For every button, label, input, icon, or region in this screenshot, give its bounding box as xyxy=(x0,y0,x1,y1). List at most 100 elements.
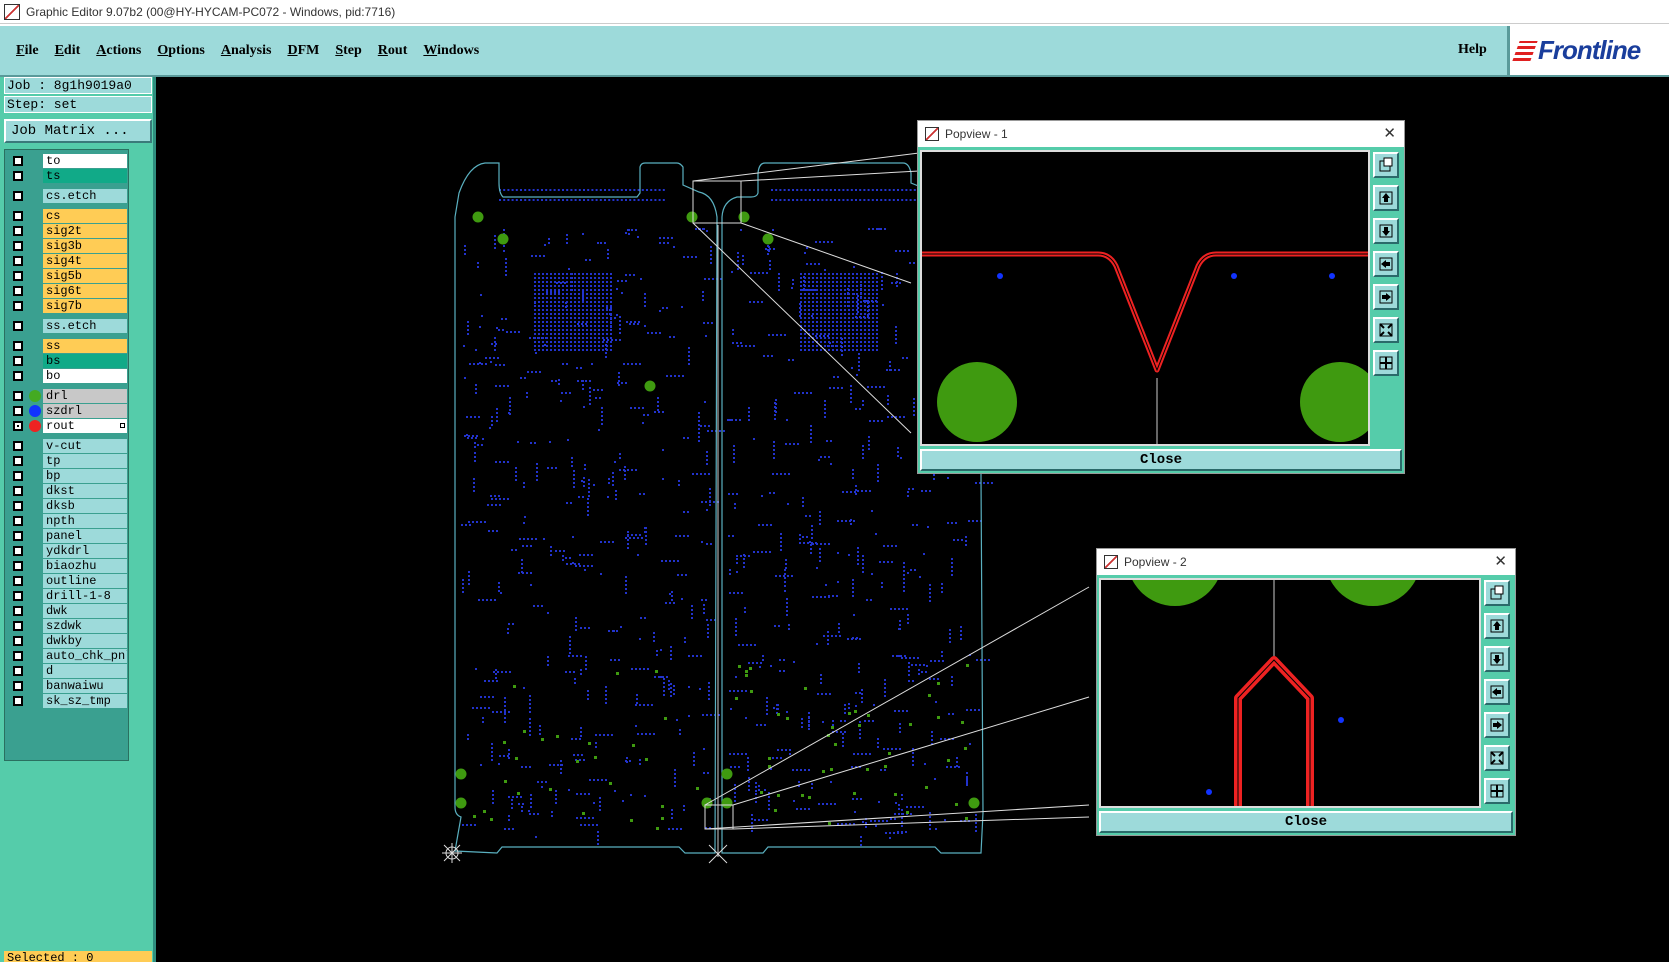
layer-checkbox[interactable] xyxy=(13,696,23,706)
layer-row[interactable]: drl xyxy=(7,389,127,403)
layer-row[interactable]: sig6t xyxy=(7,284,127,298)
layer-row[interactable]: rout xyxy=(7,419,127,433)
layer-checkbox[interactable] xyxy=(13,651,23,661)
layer-row[interactable]: sk_sz_tmp xyxy=(7,694,127,708)
layer-name[interactable]: drill-1-8 xyxy=(43,589,127,603)
close-icon[interactable]: ✕ xyxy=(1494,552,1507,570)
layer-checkbox[interactable] xyxy=(13,471,23,481)
layer-name[interactable]: to xyxy=(43,154,127,168)
layer-name[interactable]: sk_sz_tmp xyxy=(43,694,127,708)
layer-name[interactable]: drl xyxy=(43,389,127,403)
layer-checkbox[interactable] xyxy=(13,341,23,351)
layer-checkbox[interactable] xyxy=(13,516,23,526)
layer-checkbox[interactable] xyxy=(13,621,23,631)
menu-step[interactable]: Step xyxy=(335,43,361,59)
layer-checkbox[interactable] xyxy=(13,546,23,556)
popview-2-close-button[interactable]: Close xyxy=(1099,811,1513,833)
layer-checkbox[interactable] xyxy=(13,391,23,401)
pan-left-icon[interactable] xyxy=(1484,679,1510,705)
layer-row[interactable]: v-cut xyxy=(7,439,127,453)
layer-row[interactable]: bs xyxy=(7,354,127,368)
layer-checkbox[interactable] xyxy=(13,171,23,181)
layer-row[interactable]: szdrl xyxy=(7,404,127,418)
layer-name[interactable]: bp xyxy=(43,469,127,483)
layer-checkbox[interactable] xyxy=(13,301,23,311)
layer-row[interactable]: npth xyxy=(7,514,127,528)
layer-name[interactable]: rout xyxy=(43,419,127,433)
layer-checkbox[interactable] xyxy=(13,156,23,166)
menu-rout[interactable]: Rout xyxy=(378,43,408,59)
layer-name[interactable]: ydkdrl xyxy=(43,544,127,558)
popview-1-canvas[interactable] xyxy=(920,150,1370,446)
layer-name[interactable]: npth xyxy=(43,514,127,528)
layer-row[interactable]: bp xyxy=(7,469,127,483)
layer-row[interactable]: ts xyxy=(7,169,127,183)
layer-checkbox[interactable] xyxy=(13,241,23,251)
layer-row[interactable]: to xyxy=(7,154,127,168)
layer-name[interactable]: cs.etch xyxy=(43,189,127,203)
fit-view-icon[interactable] xyxy=(1484,778,1510,804)
layer-checkbox[interactable] xyxy=(13,636,23,646)
layer-name[interactable]: sig6t xyxy=(43,284,127,298)
popview-1-close-button[interactable]: Close xyxy=(920,449,1402,471)
layer-checkbox[interactable] xyxy=(13,191,23,201)
menu-windows[interactable]: Windows xyxy=(423,43,479,59)
layer-checkbox[interactable] xyxy=(13,271,23,281)
layer-checkbox[interactable] xyxy=(13,441,23,451)
layer-row[interactable]: d xyxy=(7,664,127,678)
layer-name[interactable]: sig3b xyxy=(43,239,127,253)
pan-up-icon[interactable] xyxy=(1484,613,1510,639)
menu-file[interactable]: File xyxy=(16,43,39,59)
layer-name[interactable]: cs xyxy=(43,209,127,223)
layer-checkbox[interactable] xyxy=(13,576,23,586)
zoom-in-icon[interactable] xyxy=(1373,152,1399,178)
layer-name[interactable]: banwaiwu xyxy=(43,679,127,693)
layer-checkbox[interactable] xyxy=(13,286,23,296)
layer-name[interactable]: sig4t xyxy=(43,254,127,268)
layer-row[interactable]: ss.etch xyxy=(7,319,127,333)
layer-checkbox[interactable] xyxy=(13,406,23,416)
layer-checkbox[interactable] xyxy=(13,256,23,266)
layer-checkbox[interactable] xyxy=(13,501,23,511)
layer-checkbox[interactable] xyxy=(13,531,23,541)
layer-name[interactable]: outline xyxy=(43,574,127,588)
layer-row[interactable]: cs xyxy=(7,209,127,223)
layer-checkbox[interactable] xyxy=(13,421,23,431)
layer-name[interactable]: ss xyxy=(43,339,127,353)
pan-left-icon[interactable] xyxy=(1373,251,1399,277)
layer-name[interactable]: dkst xyxy=(43,484,127,498)
job-matrix-button[interactable]: Job Matrix ... xyxy=(4,119,152,143)
layer-row[interactable]: bo xyxy=(7,369,127,383)
zoom-out-icon[interactable] xyxy=(1373,317,1399,343)
layer-row[interactable]: sig7b xyxy=(7,299,127,313)
layer-checkbox[interactable] xyxy=(13,356,23,366)
layer-name[interactable]: d xyxy=(43,664,127,678)
menu-analysis[interactable]: Analysis xyxy=(221,43,272,59)
layer-row[interactable]: auto_chk_pnl xyxy=(7,649,127,663)
layer-row[interactable]: dwkby xyxy=(7,634,127,648)
layer-row[interactable]: dwk xyxy=(7,604,127,618)
layer-checkbox[interactable] xyxy=(13,226,23,236)
menu-edit[interactable]: Edit xyxy=(55,43,81,59)
layer-row[interactable]: tp xyxy=(7,454,127,468)
layer-name[interactable]: biaozhu xyxy=(43,559,127,573)
layer-row[interactable]: sig5b xyxy=(7,269,127,283)
layer-checkbox[interactable] xyxy=(13,321,23,331)
layer-row[interactable]: biaozhu xyxy=(7,559,127,573)
layer-name[interactable]: ts xyxy=(43,169,127,183)
layer-row[interactable]: sig4t xyxy=(7,254,127,268)
layer-row[interactable]: drill-1-8 xyxy=(7,589,127,603)
zoom-in-icon[interactable] xyxy=(1484,580,1510,606)
menu-dfm[interactable]: DFM xyxy=(287,43,319,59)
layer-checkbox[interactable] xyxy=(13,561,23,571)
layer-row[interactable]: outline xyxy=(7,574,127,588)
layer-checkbox[interactable] xyxy=(13,681,23,691)
layer-name[interactable]: v-cut xyxy=(43,439,127,453)
fit-view-icon[interactable] xyxy=(1373,350,1399,376)
menu-options[interactable]: Options xyxy=(157,43,204,59)
pan-down-icon[interactable] xyxy=(1484,646,1510,672)
layer-row[interactable]: banwaiwu xyxy=(7,679,127,693)
layer-checkbox[interactable] xyxy=(13,211,23,221)
layer-name[interactable]: sig5b xyxy=(43,269,127,283)
layer-name[interactable]: sig2t xyxy=(43,224,127,238)
